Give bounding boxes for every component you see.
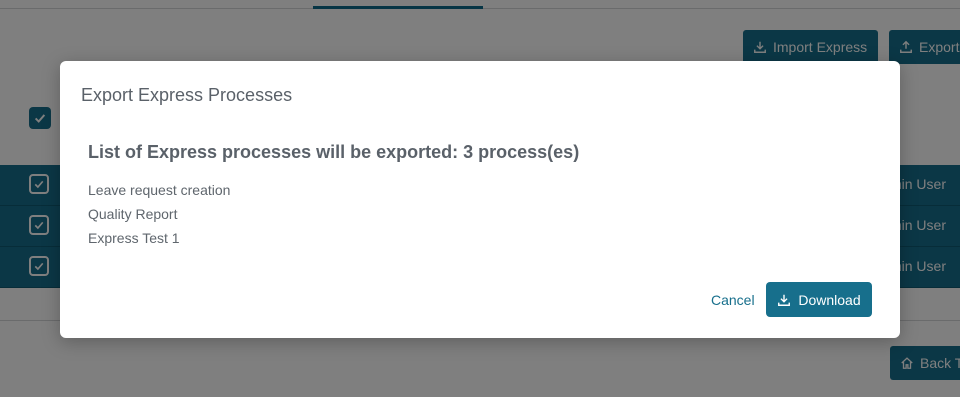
download-icon bbox=[778, 294, 791, 306]
list-item: Quality Report bbox=[88, 206, 178, 222]
modal-title: Export Express Processes bbox=[81, 85, 293, 105]
download-label: Download bbox=[798, 291, 861, 308]
list-item: Leave request creation bbox=[88, 182, 231, 198]
download-button[interactable]: Download bbox=[766, 282, 872, 317]
process-list: Leave request creation Quality Report Ex… bbox=[88, 182, 230, 254]
export-modal: Export Express Processes List of Express… bbox=[60, 61, 900, 338]
export-list-heading: List of Express processes will be export… bbox=[88, 142, 580, 162]
list-item: Express Test 1 bbox=[88, 230, 180, 246]
cancel-button[interactable]: Cancel bbox=[711, 292, 755, 308]
